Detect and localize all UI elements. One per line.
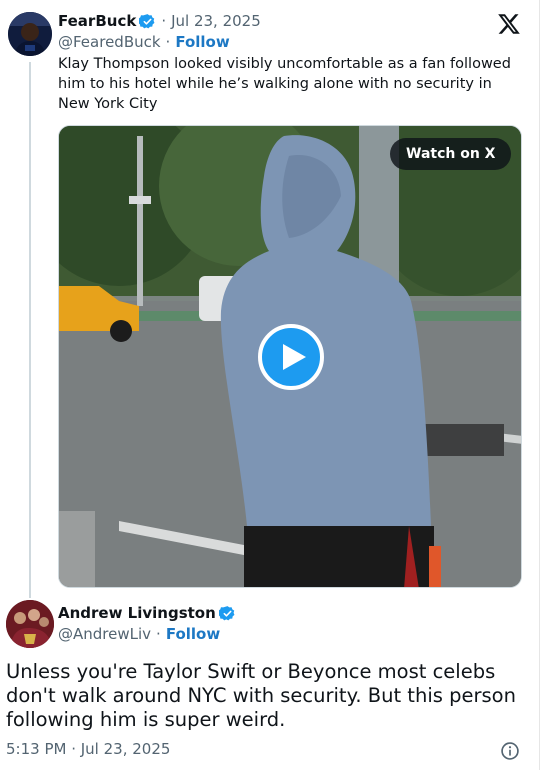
main-handle-row: @AndrewLiv · Follow (58, 624, 220, 644)
follow-andrewliv-button[interactable]: Follow (166, 625, 220, 643)
follow-fearbuck-button[interactable]: Follow (175, 33, 229, 51)
quoted-date[interactable]: Jul 23, 2025 (171, 12, 261, 30)
separator-dot: · (156, 625, 161, 643)
play-button[interactable] (258, 324, 324, 390)
quoted-author-row: FearBuck · Jul 23, 2025 (58, 11, 261, 31)
tweet-timestamp[interactable]: 5:13 PM · Jul 23, 2025 (6, 740, 170, 758)
info-icon[interactable] (500, 741, 520, 761)
separator-dot: · (165, 33, 171, 51)
quoted-author-name[interactable]: FearBuck (58, 12, 136, 30)
quoted-handle[interactable]: @FearedBuck (58, 33, 161, 51)
fearbuck-avatar[interactable] (8, 12, 52, 56)
andrew-livingston-avatar[interactable] (6, 600, 54, 648)
main-author-row: Andrew Livingston (58, 603, 236, 623)
main-tweet-text: Unless you're Taylor Swift or Beyonce mo… (6, 660, 516, 731)
quoted-handle-row: @FearedBuck · Follow (58, 32, 230, 52)
verified-badge-icon (139, 13, 155, 28)
play-icon (283, 344, 306, 370)
main-handle[interactable]: @AndrewLiv (58, 625, 151, 643)
tweet-embed-card: FearBuck · Jul 23, 2025 @FearedBuck · Fo… (0, 0, 540, 770)
quoted-tweet-text: Klay Thompson looked visibly uncomfortab… (58, 56, 511, 112)
separator-dot: · (161, 12, 167, 30)
video-player[interactable]: Watch on X (58, 125, 522, 588)
watch-on-x-button[interactable]: Watch on X (390, 138, 512, 170)
verified-badge-icon (218, 605, 235, 620)
main-author-name[interactable]: Andrew Livingston (58, 604, 216, 622)
x-logo-icon[interactable] (497, 12, 521, 36)
thread-line (29, 62, 31, 598)
